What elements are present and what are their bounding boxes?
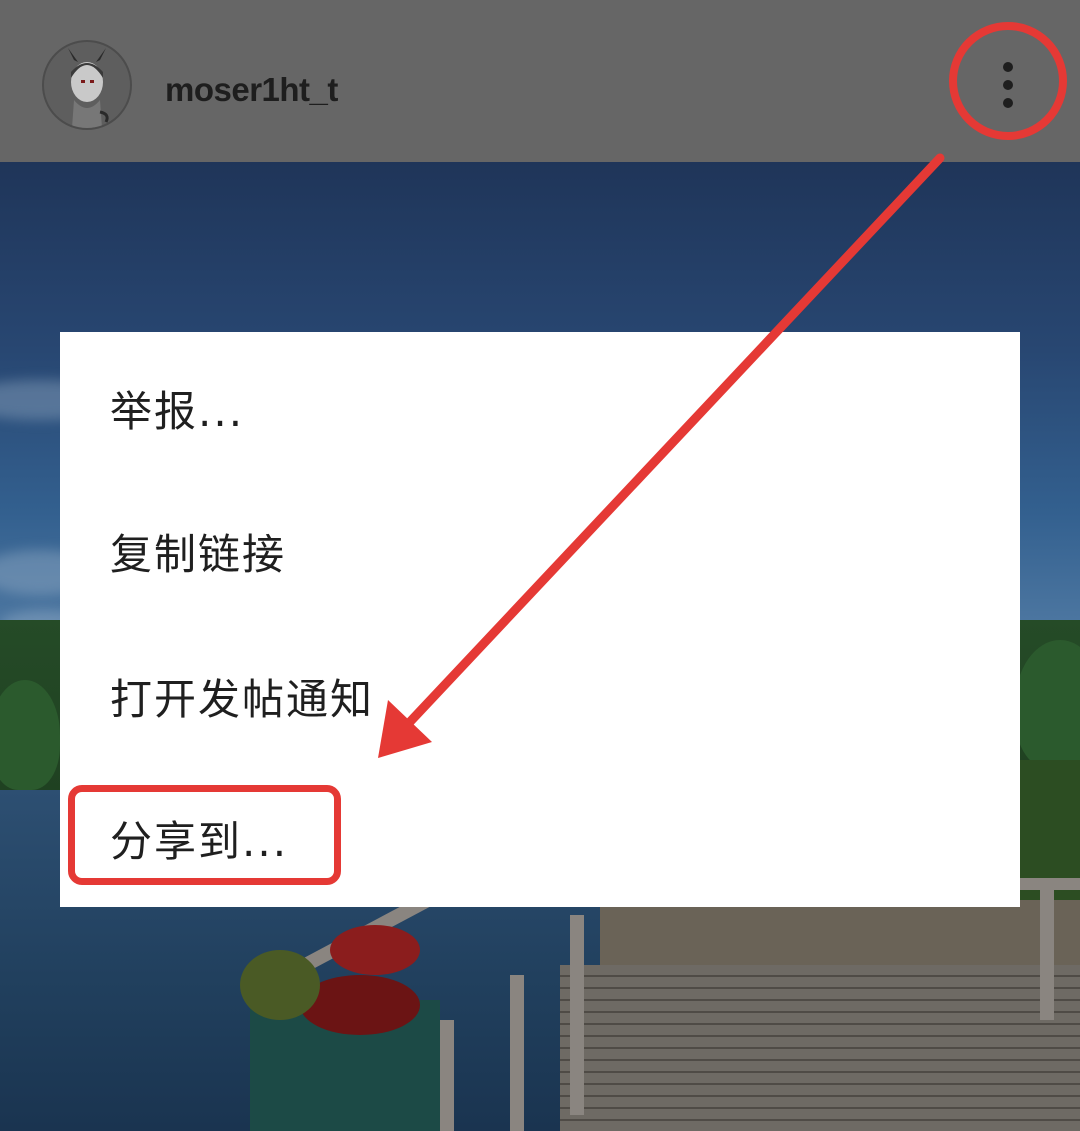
menu-item-report[interactable]: 举报...	[60, 346, 1020, 476]
bridge-railing	[1020, 878, 1080, 890]
avatar[interactable]	[42, 40, 132, 130]
boardwalk	[560, 965, 1080, 1131]
menu-item-label: 复制链接	[110, 530, 287, 579]
bridge-post	[1040, 890, 1054, 1020]
options-menu: 举报... 复制链接 打开发帖通知 分享到...	[60, 332, 1020, 907]
username[interactable]: moser1ht_t	[165, 70, 338, 110]
menu-item-label: 举报...	[110, 387, 245, 436]
bridge-post	[510, 975, 524, 1131]
menu-item-label: 打开发帖通知	[110, 675, 375, 724]
vertical-ellipsis-icon	[1003, 98, 1013, 108]
flowers	[330, 925, 420, 975]
flowers	[240, 950, 320, 1020]
vertical-ellipsis-icon	[1003, 80, 1013, 90]
bridge-post	[440, 1020, 454, 1131]
menu-item-share-to[interactable]: 分享到...	[60, 776, 1020, 906]
menu-item-label: 分享到...	[110, 817, 289, 866]
devil-avatar-icon	[44, 42, 130, 128]
more-options-button[interactable]	[975, 52, 1041, 118]
post-header: moser1ht_t	[0, 0, 1080, 162]
bridge-post	[570, 915, 584, 1115]
menu-item-copy-link[interactable]: 复制链接	[60, 489, 1020, 619]
vertical-ellipsis-icon	[1003, 62, 1013, 72]
menu-item-turn-on-post-notifications[interactable]: 打开发帖通知	[60, 634, 1020, 764]
